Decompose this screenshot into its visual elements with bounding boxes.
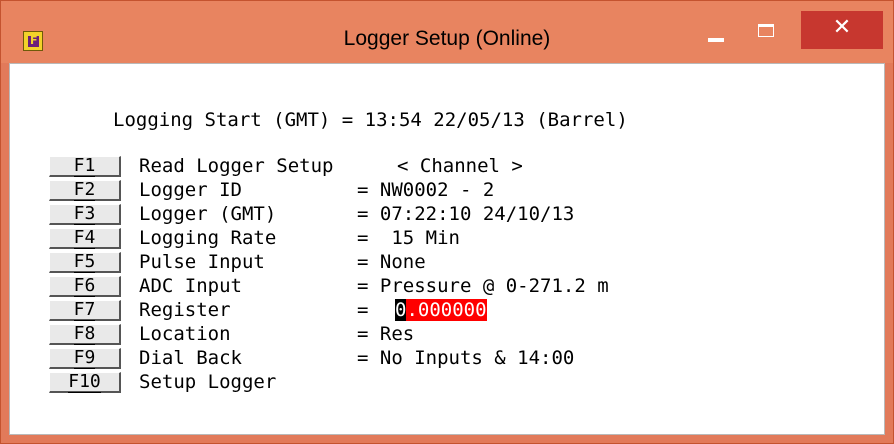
minimize-icon (708, 38, 724, 42)
f6-button[interactable]: F6 (49, 275, 121, 297)
f2-button[interactable]: F2 (49, 179, 121, 201)
app-logo-icon[interactable]: F (23, 31, 43, 51)
f3-button[interactable]: F3 (49, 203, 121, 225)
row-label: Location (139, 323, 231, 345)
row-label: Setup Logger (139, 371, 277, 393)
maximize-button[interactable] (741, 15, 791, 55)
channel-selector[interactable]: < Channel > (397, 155, 523, 177)
register-value: .000000 (406, 299, 487, 321)
row-label: Logger (GMT) (139, 203, 277, 225)
logger-id-value: = NW0002 - 2 (357, 179, 495, 201)
logger-time-value: = 07:22:10 24/10/13 (357, 203, 575, 225)
close-button[interactable]: ✕ (801, 11, 883, 49)
dial-back-value: = No Inputs & 14:00 (357, 347, 575, 369)
f7-button[interactable]: F7 (49, 299, 121, 321)
close-icon: ✕ (832, 15, 852, 40)
row-label: Pulse Input (139, 251, 265, 273)
minimize-button[interactable] (691, 15, 741, 55)
logging-rate-value: = 15 Min (357, 227, 460, 249)
logger-setup-window: F Logger Setup (Online) ✕ Logging Start … (0, 0, 894, 444)
f8-button[interactable]: F8 (49, 323, 121, 345)
adc-input-value: = Pressure @ 0-271.2 m (357, 275, 609, 297)
maximize-icon (758, 24, 774, 37)
f4-button[interactable]: F4 (49, 227, 121, 249)
row-label: Register (139, 299, 231, 321)
row-label: ADC Input (139, 275, 242, 297)
row-label: Dial Back (139, 347, 242, 369)
pulse-input-value: = None (357, 251, 426, 273)
f1-button[interactable]: F1 (49, 155, 121, 177)
f5-button[interactable]: F5 (49, 251, 121, 273)
title-bar[interactable]: F Logger Setup (Online) ✕ (1, 1, 893, 63)
register-cursor: 0 (395, 299, 407, 321)
logging-start-line: Logging Start (GMT) = 13:54 22/05/13 (Ba… (113, 109, 628, 131)
register-equals: = (357, 299, 369, 321)
location-value: = Res (357, 323, 415, 345)
row-label: Logger ID (139, 179, 242, 201)
row-label: Logging Rate (139, 227, 277, 249)
f10-button[interactable]: F10 (49, 371, 121, 393)
f9-button[interactable]: F9 (49, 347, 121, 369)
row-label: Read Logger Setup (139, 155, 334, 177)
register-input[interactable]: 0.000000 (395, 299, 487, 321)
